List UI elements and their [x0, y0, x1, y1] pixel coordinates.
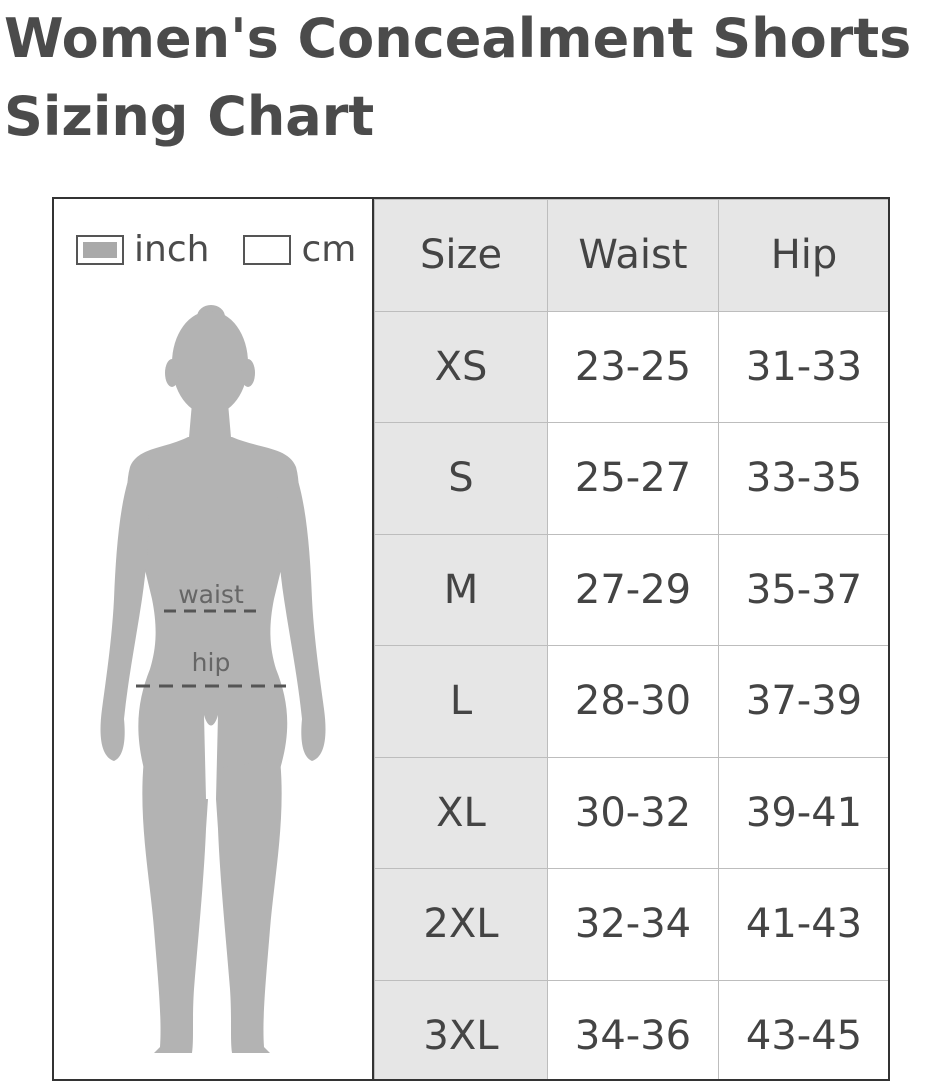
- body-figure: waist hip: [54, 299, 372, 1069]
- size-cell: M: [374, 533, 548, 646]
- waist-cell: 23-25: [547, 310, 719, 423]
- title-line-1: Women's Concealment Shorts: [4, 7, 912, 70]
- hip-label: hip: [192, 648, 231, 677]
- table-row: 3XL 34-36 43-45: [374, 979, 888, 1079]
- table-row: M 27-29 35-37: [374, 533, 888, 646]
- table-row: S 25-27 33-35: [374, 422, 888, 535]
- sizing-chart: inch cm waist hip Size Waist Hip XS 23-2…: [52, 197, 890, 1081]
- size-table-panel: Size Waist Hip XS 23-25 31-33 S 25-27 33…: [374, 199, 888, 1079]
- size-cell: L: [374, 645, 548, 758]
- waist-cell: 27-29: [547, 533, 719, 646]
- body-silhouette-illustration: waist hip: [100, 305, 326, 1053]
- hip-cell: 33-35: [718, 422, 888, 535]
- hip-cell: 39-41: [718, 756, 888, 869]
- waist-cell: 28-30: [547, 645, 719, 758]
- body-diagram-panel: inch cm waist hip: [54, 199, 374, 1079]
- legend-item-inch: inch: [76, 229, 209, 270]
- inch-swatch: [76, 234, 124, 265]
- legend-item-cm: cm: [243, 229, 356, 270]
- title-line-2: Sizing Chart: [4, 85, 375, 148]
- waist-cell: 32-34: [547, 868, 719, 981]
- waist-cell: 25-27: [547, 422, 719, 535]
- hip-cell: 37-39: [718, 645, 888, 758]
- size-cell: XL: [374, 756, 548, 869]
- size-cell: 3XL: [374, 979, 548, 1079]
- table-row: XL 30-32 39-41: [374, 756, 888, 869]
- unit-legend: inch cm: [76, 229, 390, 270]
- header-hip: Hip: [718, 199, 888, 312]
- waist-label: waist: [178, 580, 244, 609]
- size-cell: XS: [374, 310, 548, 423]
- waist-cell: 30-32: [547, 756, 719, 869]
- cm-swatch: [243, 234, 292, 265]
- table-row: XS 23-25 31-33: [374, 310, 888, 423]
- size-cell: 2XL: [374, 868, 548, 981]
- legend-inch-label: inch: [134, 229, 210, 270]
- size-table: Size Waist Hip XS 23-25 31-33 S 25-27 33…: [374, 199, 888, 1079]
- table-header-row: Size Waist Hip: [374, 199, 888, 312]
- header-size: Size: [374, 199, 548, 312]
- table-row: L 28-30 37-39: [374, 645, 888, 758]
- hip-cell: 31-33: [718, 310, 888, 423]
- header-waist: Waist: [547, 199, 719, 312]
- hip-cell: 41-43: [718, 868, 888, 981]
- hip-cell: 43-45: [718, 979, 888, 1079]
- table-row: 2XL 32-34 41-43: [374, 868, 888, 981]
- waist-cell: 34-36: [547, 979, 719, 1079]
- page-title: Women's Concealment Shorts Sizing Chart: [4, 0, 911, 156]
- size-cell: S: [374, 422, 548, 535]
- legend-cm-label: cm: [301, 229, 357, 270]
- hip-cell: 35-37: [718, 533, 888, 646]
